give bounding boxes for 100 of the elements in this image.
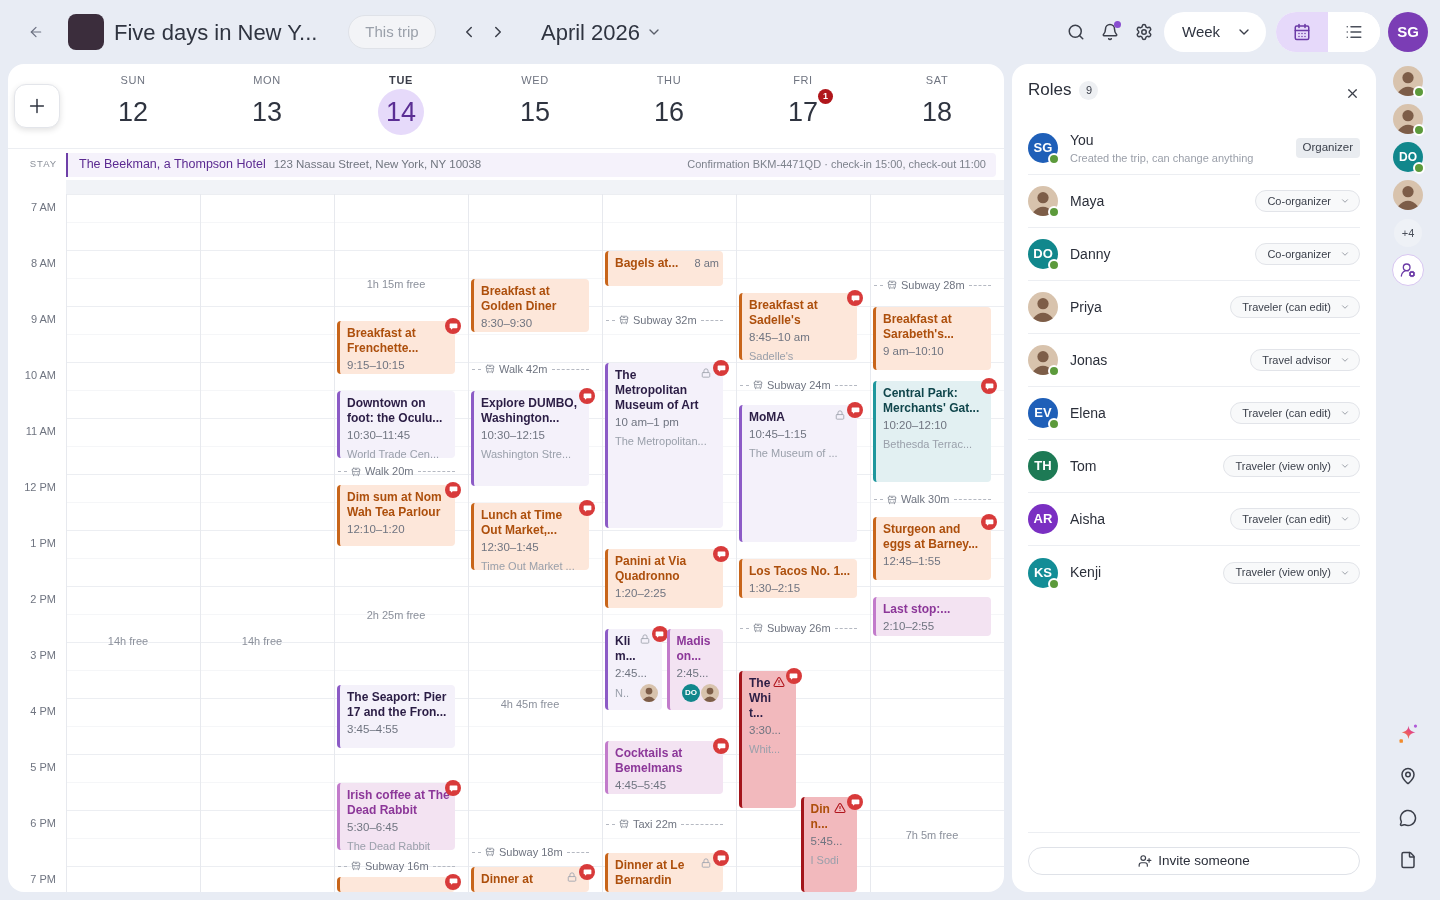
event-card[interactable]: Explore DUMBO, Washington... 10:30–12:15 Washington Stre... (471, 391, 589, 486)
event-card[interactable] (337, 876, 455, 892)
comment-badge-icon[interactable] (847, 402, 863, 418)
avatar-initials: EV (1028, 398, 1058, 428)
hour-label: 9 AM (30, 313, 56, 325)
comment-badge-icon[interactable] (579, 388, 595, 404)
bell-icon[interactable] (1101, 23, 1119, 41)
event-card[interactable]: Last stop:... 2:10–2:55 (873, 596, 991, 636)
more-people-count[interactable]: +4 (1394, 219, 1422, 247)
travel-label: Walk 20m (365, 465, 414, 479)
map-pin-icon[interactable] (1399, 767, 1417, 785)
comment-badge-icon[interactable] (981, 378, 997, 395)
comment-badge-icon[interactable] (713, 360, 729, 376)
day-number[interactable]: 14 (378, 89, 424, 135)
role-dropdown[interactable]: Traveler (can edit) (1230, 508, 1360, 530)
event-card[interactable]: Breakfast at Sarabeth's... 9 am–10:10 (873, 307, 991, 370)
comment-badge-icon[interactable] (713, 546, 729, 563)
event-card[interactable]: Madis on... 2:45... DO (666, 629, 723, 710)
event-card[interactable]: Breakfast at Golden Diner 8:30–9:30 (471, 279, 589, 332)
comment-badge-icon[interactable] (445, 318, 461, 334)
comment-badge-icon[interactable] (579, 500, 595, 516)
event-title: Sturgeon and eggs at Barney... (883, 522, 980, 552)
event-card[interactable]: Kli m... 2:45... N.. (605, 629, 662, 710)
role-dropdown[interactable]: Traveler (can edit) (1230, 296, 1360, 318)
event-time: 1:20–2:25 (615, 586, 668, 601)
event-card[interactable]: Breakfast at Sadelle's 8:45–10 am Sadelle's (739, 293, 857, 360)
role-dropdown[interactable]: Co-organizer (1255, 243, 1360, 265)
event-title: Breakfast at Golden Diner (481, 284, 558, 314)
avatar-initials: DO (1028, 239, 1058, 269)
event-card[interactable]: Dinner at (471, 867, 589, 892)
role-dropdown[interactable]: Traveler (view only) (1223, 455, 1360, 477)
event-card[interactable]: Breakfast at Frenchette... 9:15–10:15 (337, 321, 455, 374)
comment-badge-icon[interactable] (445, 873, 461, 890)
document-icon[interactable] (1399, 851, 1417, 869)
day-number[interactable]: 13 (251, 96, 282, 128)
role-dropdown[interactable]: Traveler (can edit) (1230, 402, 1360, 424)
invite-button[interactable]: Invite someone (1028, 847, 1360, 875)
event-title: Dinner at (481, 872, 534, 887)
day-number[interactable]: 18 (921, 96, 952, 128)
comment-badge-icon[interactable] (713, 850, 729, 866)
travel-label: Subway 28m (901, 278, 965, 292)
event-card[interactable]: Cocktails at Bemelmans 4:45–5:45 (605, 741, 723, 794)
bus-icon (753, 623, 763, 633)
event-card[interactable]: Bagels at... 8 am (605, 251, 723, 286)
role-dropdown[interactable]: Traveler (view only) (1223, 561, 1360, 584)
event-place: The Dead Rabbit (347, 840, 432, 853)
event-card[interactable]: Central Park: Merchants' Gat... 10:20–12:10 Bethesda Terrac... (873, 381, 991, 482)
day-number[interactable]: 12 (117, 96, 148, 128)
free-time-label: 7h 5m free (905, 828, 959, 842)
settings-icon[interactable] (1135, 23, 1153, 41)
member-name: Kenji (1070, 564, 1102, 581)
hotel-stay-bar[interactable]: The Beekman, a Thompson Hotel 123 Nassau Street, New York, NY 10038 Confirmation BKM-4471QD · check-in 15:00, check-out 11:00 (66, 152, 996, 177)
comment-badge-icon[interactable] (713, 738, 729, 754)
event-card[interactable]: Los Tacos No. 1... 1:30–2:15 (739, 559, 857, 598)
event-card[interactable]: Downtown on foot: the Oculu... 10:30–11:45 World Trade Cen... (337, 391, 455, 458)
event-card[interactable]: Sturgeon and eggs at Barney... 12:45–1:55 (873, 517, 991, 580)
member-count-badge: 9 (1079, 80, 1099, 100)
event-card[interactable]: The Whi t... 3:30... Whit... (739, 671, 796, 808)
sparkle-icon[interactable] (1398, 724, 1418, 743)
day-number[interactable]: 17 (787, 96, 818, 128)
event-card[interactable]: Dim sum at Nom Wah Tea Parlour 12:10–1:20 (337, 484, 455, 547)
member-note: Created the trip, can change anything (1070, 151, 1254, 165)
event-title: Kli m... (615, 634, 637, 664)
bus-icon (887, 280, 897, 290)
comment-badge-icon[interactable] (981, 514, 997, 530)
event-title: Lunch at Time Out Market,... (481, 508, 564, 538)
role-dropdown[interactable]: Co-organizer (1255, 190, 1360, 212)
manage-people-button[interactable] (1392, 254, 1424, 286)
event-place: Whit... (749, 743, 782, 756)
event-title: Breakfast at Frenchette... (347, 326, 420, 356)
chat-icon[interactable] (1399, 809, 1417, 827)
event-place: Bethesda Terrac... (883, 438, 974, 452)
event-time: 8 am (694, 256, 719, 270)
event-card[interactable]: Panini at Via Quadronno 1:20–2:25 (605, 549, 723, 608)
month-picker[interactable]: April 2026 (541, 15, 663, 49)
bus-icon (485, 847, 495, 857)
search-icon[interactable] (1067, 23, 1085, 41)
calendar-view-button[interactable] (1276, 12, 1328, 52)
comment-badge-icon[interactable] (847, 290, 863, 306)
user-avatar[interactable]: SG (1388, 12, 1428, 52)
event-card[interactable]: The Seaport: Pier 17 and the Fron... 3:45–4:55 (337, 685, 455, 748)
hour-label: 10 AM (24, 369, 56, 381)
event-card[interactable]: Irish coffee at The Dead Rabbit 5:30–6:45 The Dead Rabbit (337, 783, 455, 850)
event-card[interactable]: Lunch at Time Out Market,... 12:30–1:45 Time Out Market ... (471, 503, 589, 570)
comment-badge-icon[interactable] (445, 481, 461, 498)
event-time: 2:45... (676, 666, 710, 680)
event-card[interactable]: The Metropolitan Museum of Art 10 am–1 pm The Metropolitan... (605, 363, 723, 528)
member-name: Elena (1070, 404, 1106, 422)
day-name: WED (521, 74, 549, 87)
day-number[interactable]: 15 (519, 96, 550, 128)
day-number[interactable]: 16 (653, 96, 684, 128)
hour-label: 7 PM (30, 873, 56, 885)
add-event-button[interactable] (14, 84, 60, 128)
comment-badge-icon[interactable] (579, 864, 595, 880)
event-card[interactable]: MoMA 10:45–1:15 The Museum of ... (739, 405, 857, 542)
view-select[interactable]: Week (1164, 12, 1266, 52)
event-card[interactable]: Dinner at Le Bernardin (605, 853, 723, 892)
free-time-label: 1h 15m free (366, 278, 426, 291)
role-dropdown[interactable]: Travel advisor (1250, 349, 1360, 371)
comment-badge-icon[interactable] (847, 794, 863, 810)
